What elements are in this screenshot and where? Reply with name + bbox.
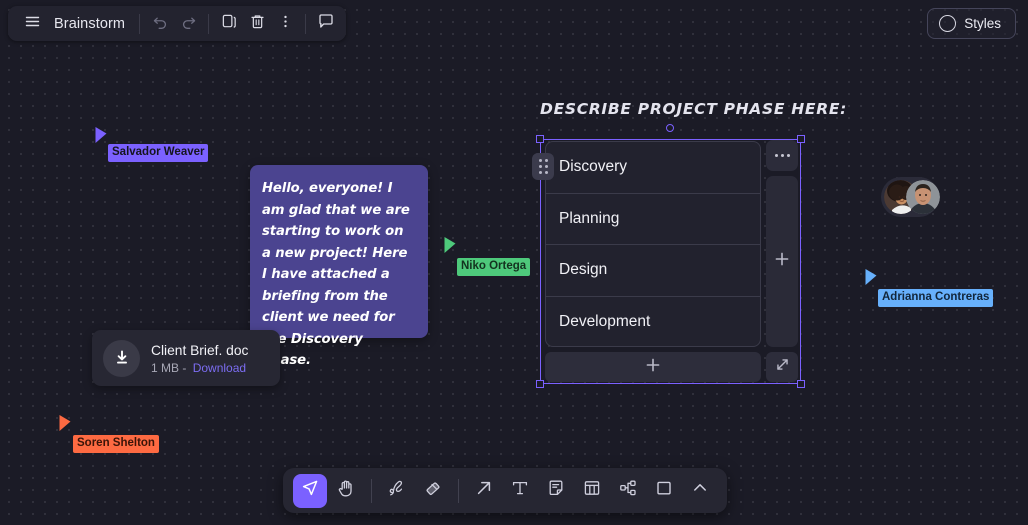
scribble-pen-icon — [387, 478, 407, 503]
undo-icon — [152, 13, 169, 35]
arrow-up-right-icon — [474, 478, 494, 503]
text-tool[interactable] — [503, 474, 537, 508]
table-more-button[interactable] — [766, 140, 798, 171]
duplicate-icon — [221, 13, 238, 35]
resize-handle-bottom-left[interactable] — [536, 380, 544, 388]
add-column-button[interactable] — [766, 176, 798, 347]
eraser-tool[interactable] — [416, 474, 450, 508]
cursor-arrow-icon — [444, 237, 456, 253]
text-t-icon — [510, 478, 530, 503]
bottom-toolbar-divider-2 — [458, 478, 459, 503]
resize-diagonal-icon — [774, 356, 791, 378]
plus-icon — [773, 250, 791, 273]
square-shape-icon — [654, 478, 674, 503]
table-grid-icon — [582, 478, 602, 503]
download-link[interactable]: Download — [193, 361, 246, 375]
redo-button[interactable] — [174, 10, 202, 38]
expand-tool[interactable] — [683, 474, 717, 508]
comment-button[interactable] — [312, 10, 340, 38]
hamburger-menu-icon — [24, 13, 41, 35]
cursor-soren-shelton: Soren Shelton — [58, 414, 159, 453]
file-sub-separator: - — [182, 360, 187, 375]
phase-widget-title[interactable]: DESCRIBE PROJECT PHASE HERE: — [540, 100, 847, 118]
file-name: Client Brief. doc — [151, 342, 249, 358]
cursor-label: Niko Ortega — [457, 258, 531, 276]
download-circle-icon[interactable] — [103, 339, 140, 377]
more-horizontal-icon-dot — [786, 154, 790, 157]
drag-dots-icon[interactable] — [532, 153, 554, 180]
circle-swatch-icon — [939, 15, 957, 32]
more-horizontal-icon-dot — [780, 154, 784, 157]
cursor-label: Soren Shelton — [73, 435, 159, 453]
eraser-icon — [423, 478, 443, 503]
collaborator-avatars[interactable] — [881, 177, 940, 217]
more-vertical-icon — [277, 13, 294, 35]
file-meta: Client Brief. doc 1 MB - Download — [151, 342, 248, 375]
more-options-button[interactable] — [271, 10, 299, 38]
hand-tool[interactable] — [329, 474, 363, 508]
toolbar-divider-1 — [139, 13, 141, 34]
table-tool[interactable] — [575, 474, 609, 508]
styles-button-label: Styles — [964, 16, 1001, 31]
file-attachment-card[interactable]: Client Brief. doc 1 MB - Download — [92, 330, 280, 386]
document-title[interactable]: Brainstorm — [54, 16, 125, 32]
cursor-label: Adrianna Contreras — [878, 289, 994, 307]
add-row-button[interactable] — [545, 352, 761, 382]
more-horizontal-icon-dot — [774, 154, 778, 157]
hand-icon — [336, 478, 356, 503]
cursor-arrow-icon — [300, 478, 320, 503]
resize-handle-top-left[interactable] — [536, 135, 544, 143]
arrow-tool[interactable] — [467, 474, 501, 508]
mindmap-tool[interactable] — [611, 474, 645, 508]
hamburger-menu-button[interactable] — [18, 10, 46, 38]
cursor-label: Salvador Weaver — [108, 144, 209, 162]
whiteboard-canvas[interactable]: Brainstorm Styles Hello, everyone! I am … — [0, 0, 1028, 525]
phase-table[interactable]: Discovery Planning Design Development — [545, 141, 761, 347]
resize-handle-bottom-right[interactable] — [797, 380, 805, 388]
top-toolbar: Brainstorm — [8, 6, 347, 41]
cursor-arrow-icon — [865, 269, 877, 285]
trash-icon — [249, 13, 266, 35]
sticky-note-text: Hello, everyone! I am glad that we are s… — [262, 181, 410, 368]
styles-button[interactable]: Styles — [927, 8, 1016, 39]
table-row[interactable]: Development — [546, 297, 760, 347]
sticky-note-icon — [546, 478, 566, 503]
plus-icon — [644, 356, 662, 379]
bottom-toolbar — [283, 468, 727, 513]
pen-tool[interactable] — [380, 474, 414, 508]
select-tool[interactable] — [293, 473, 327, 508]
cursor-niko-ortega: Niko Ortega — [443, 236, 531, 276]
sticky-note[interactable]: Hello, everyone! I am glad that we are s… — [250, 165, 428, 368]
cursor-arrow-icon — [95, 127, 107, 143]
cursor-arrow-icon — [59, 415, 71, 431]
toolbar-divider-3 — [305, 13, 307, 34]
duplicate-button[interactable] — [215, 10, 243, 38]
cursor-salvador-weaver: Salvador Weaver — [94, 126, 209, 162]
table-row[interactable]: Discovery — [546, 142, 760, 194]
mindmap-nodes-icon — [618, 478, 638, 503]
shape-tool[interactable] — [647, 474, 681, 508]
redo-icon — [180, 13, 197, 35]
table-row[interactable]: Planning — [546, 194, 760, 245]
resize-widget-button[interactable] — [766, 352, 798, 382]
sticky-tool[interactable] — [539, 474, 573, 508]
resize-handle-top-right[interactable] — [797, 135, 805, 143]
delete-button[interactable] — [243, 10, 271, 38]
avatar[interactable] — [906, 180, 940, 214]
chevron-up-icon — [690, 478, 710, 503]
bottom-toolbar-divider-1 — [371, 478, 372, 503]
undo-button[interactable] — [146, 10, 174, 38]
cursor-adrianna-contreras: Adrianna Contreras — [864, 268, 994, 307]
toolbar-divider-2 — [208, 13, 210, 34]
table-row[interactable]: Design — [546, 245, 760, 297]
rotate-handle[interactable] — [666, 124, 674, 132]
comment-bubble-icon — [317, 12, 335, 35]
file-size: 1 MB — [151, 360, 180, 375]
file-sub: 1 MB - Download — [151, 361, 248, 375]
